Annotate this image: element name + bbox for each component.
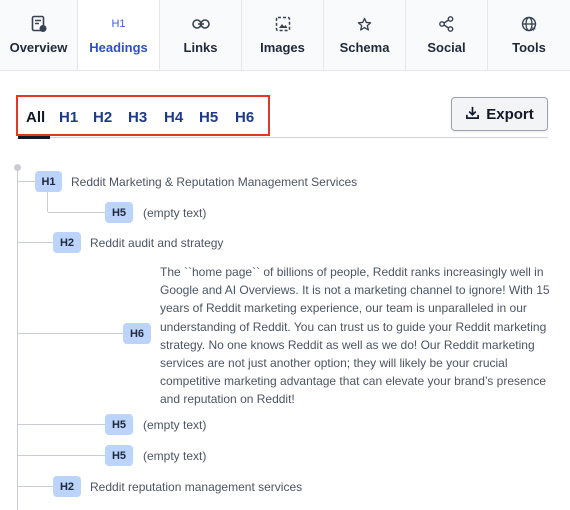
tree-connector	[18, 181, 35, 182]
tab-label: Tools	[512, 40, 546, 55]
heading-text: The ``home page`` of billions of people,…	[160, 265, 550, 407]
filter-all[interactable]: All	[26, 109, 45, 126]
heading-text: (empty text)	[143, 206, 207, 220]
heading-badge-h2: H2	[53, 476, 81, 497]
filter-h6[interactable]: H6	[235, 109, 254, 126]
heading-badge-h6: H6	[123, 323, 151, 344]
h1-icon: H1	[111, 18, 126, 30]
tree-connector	[18, 333, 123, 334]
tab-overview[interactable]: Overview	[0, 0, 78, 70]
image-icon	[275, 14, 291, 34]
tab-schema[interactable]: Schema	[324, 0, 406, 70]
tab-label: Headings	[89, 40, 148, 55]
tab-images[interactable]: Images	[242, 0, 324, 70]
tab-tools[interactable]: Tools	[488, 0, 570, 70]
heading-text: (empty text)	[143, 449, 207, 463]
tab-social[interactable]: Social	[406, 0, 488, 70]
globe-icon	[521, 14, 537, 34]
download-icon	[465, 105, 480, 124]
tree-branch	[47, 192, 48, 212]
tree-connector	[48, 212, 105, 213]
heading-text: Reddit audit and strategy	[90, 236, 224, 250]
heading-text: Reddit Marketing & Reputation Management…	[71, 175, 358, 189]
tab-headings[interactable]: H1 Headings	[78, 0, 160, 70]
link-icon	[191, 14, 210, 34]
tab-label: Images	[260, 40, 305, 55]
tab-label: Links	[183, 40, 218, 55]
heading-text: Reddit reputation management services	[90, 480, 303, 494]
star-icon	[357, 14, 372, 34]
export-button[interactable]: Export	[451, 97, 548, 131]
tree-connector	[18, 242, 53, 243]
tab-bar: Overview H1 Headings Links Images Schema…	[0, 0, 570, 71]
tab-links[interactable]: Links	[160, 0, 242, 70]
heading-badge-h5: H5	[105, 414, 133, 435]
tree-trunk	[17, 168, 18, 510]
filter-h1[interactable]: H1	[59, 109, 78, 126]
active-filter-underline	[18, 136, 50, 139]
filter-h3[interactable]: H3	[128, 109, 147, 126]
heading-text: (empty text)	[143, 418, 207, 432]
tab-label: Schema	[339, 40, 390, 55]
heading-badge-h5: H5	[105, 202, 133, 223]
tree-connector	[18, 455, 105, 456]
heading-badge-h5: H5	[105, 445, 133, 466]
filter-h4[interactable]: H4	[164, 109, 183, 126]
share-icon	[439, 14, 454, 34]
tab-label: Overview	[9, 40, 68, 55]
tab-label: Social	[427, 40, 466, 55]
tree-connector	[18, 424, 105, 425]
export-label: Export	[486, 105, 534, 123]
heading-badge-h2: H2	[53, 232, 81, 253]
document-chart-icon	[31, 14, 47, 34]
filter-divider	[18, 137, 548, 138]
tree-connector	[18, 486, 53, 487]
filter-h5[interactable]: H5	[199, 109, 218, 126]
heading-badge-h1: H1	[35, 171, 62, 192]
filter-h2[interactable]: H2	[93, 109, 112, 126]
